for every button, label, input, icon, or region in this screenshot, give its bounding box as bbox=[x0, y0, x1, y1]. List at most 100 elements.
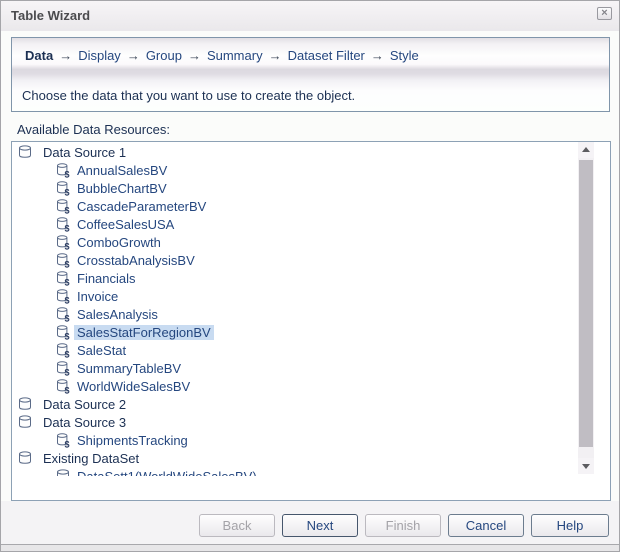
tree-item-label: Data Source 3 bbox=[43, 415, 126, 430]
step-dataset-filter[interactable]: Dataset Filter bbox=[288, 48, 365, 63]
business-view-icon: $ bbox=[55, 198, 71, 214]
svg-text:$: $ bbox=[65, 242, 70, 251]
tree-item-label: ComboGrowth bbox=[77, 235, 161, 250]
tree-item-shipmentstracking[interactable]: $ ShipmentsTracking bbox=[12, 431, 578, 449]
tree-item-label: CascadeParameterBV bbox=[77, 199, 206, 214]
tree-scrollbar[interactable] bbox=[578, 142, 594, 474]
tree-item-salesstatforregionbv[interactable]: $ SalesStatForRegionBV bbox=[12, 323, 578, 341]
svg-text:$: $ bbox=[65, 440, 70, 449]
data-source-icon bbox=[17, 396, 33, 412]
svg-text:$: $ bbox=[65, 350, 70, 359]
svg-text:$: $ bbox=[65, 260, 70, 269]
tree-item-label: SalesStatForRegionBV bbox=[74, 325, 214, 340]
business-view-icon: $ bbox=[55, 288, 71, 304]
tree-item-worldwidesalesbv[interactable]: $ WorldWideSalesBV bbox=[12, 377, 578, 395]
down-arrow-icon bbox=[582, 464, 590, 469]
tree-item-combogrowth[interactable]: $ ComboGrowth bbox=[12, 233, 578, 251]
close-icon: × bbox=[601, 7, 607, 19]
table-wizard-dialog: Table Wizard × Data→Display→Group→Summar… bbox=[0, 0, 620, 552]
data-source-icon bbox=[17, 144, 33, 160]
business-view-icon: $ bbox=[55, 252, 71, 268]
close-button[interactable]: × bbox=[597, 7, 612, 20]
svg-text:$: $ bbox=[65, 314, 70, 323]
tree-item-label: DataSett1(WorldWideSalesBV) bbox=[77, 469, 257, 477]
tree-item-label: ShipmentsTracking bbox=[77, 433, 188, 448]
dataset-icon bbox=[55, 468, 71, 476]
tree-item-label: BubbleChartBV bbox=[77, 181, 167, 196]
svg-text:$: $ bbox=[65, 188, 70, 197]
tree-item-salestat[interactable]: $ SaleStat bbox=[12, 341, 578, 359]
tree-item-data-source-1[interactable]: Data Source 1 bbox=[12, 143, 578, 161]
available-resources-label: Available Data Resources: bbox=[17, 122, 170, 137]
svg-text:$: $ bbox=[65, 278, 70, 287]
svg-text:$: $ bbox=[65, 170, 70, 179]
svg-text:$: $ bbox=[65, 296, 70, 305]
tree-item-crosstabanalysisbv[interactable]: $ CrosstabAnalysisBV bbox=[12, 251, 578, 269]
tree-item-coffeesalesusa[interactable]: $ CoffeeSalesUSA bbox=[12, 215, 578, 233]
business-view-icon: $ bbox=[55, 432, 71, 448]
business-view-icon: $ bbox=[55, 324, 71, 340]
data-source-icon bbox=[17, 414, 33, 430]
tree-item-label: Data Source 1 bbox=[43, 145, 126, 160]
wizard-steps-panel: Data→Display→Group→Summary→Dataset Filte… bbox=[11, 37, 610, 112]
step-style[interactable]: Style bbox=[390, 48, 419, 63]
step-arrow-icon: → bbox=[121, 48, 146, 63]
scroll-thumb[interactable] bbox=[579, 160, 593, 447]
tree-item-label: SaleStat bbox=[77, 343, 126, 358]
tree-item-label: Invoice bbox=[77, 289, 118, 304]
tree-item-invoice[interactable]: $ Invoice bbox=[12, 287, 578, 305]
business-view-icon: $ bbox=[55, 234, 71, 250]
business-view-icon: $ bbox=[55, 360, 71, 376]
step-arrow-icon: → bbox=[263, 48, 288, 63]
step-display[interactable]: Display bbox=[78, 48, 121, 63]
step-data[interactable]: Data bbox=[25, 48, 53, 63]
business-view-icon: $ bbox=[55, 162, 71, 178]
tree-item-label: SummaryTableBV bbox=[77, 361, 181, 376]
business-view-icon: $ bbox=[55, 180, 71, 196]
title-bar[interactable]: Table Wizard × bbox=[1, 1, 619, 32]
step-summary[interactable]: Summary bbox=[207, 48, 263, 63]
data-source-icon bbox=[17, 450, 33, 466]
up-arrow-icon bbox=[582, 147, 590, 152]
tree-item-annualsalesbv[interactable]: $ AnnualSalesBV bbox=[12, 161, 578, 179]
dialog-content: Data→Display→Group→Summary→Dataset Filte… bbox=[1, 31, 619, 501]
step-arrow-icon: → bbox=[53, 48, 78, 63]
tree-item-existing-dataset[interactable]: Existing DataSet bbox=[12, 449, 578, 467]
back-button: Back bbox=[199, 514, 275, 537]
svg-text:$: $ bbox=[65, 332, 70, 341]
business-view-icon: $ bbox=[55, 378, 71, 394]
help-button[interactable]: Help bbox=[531, 514, 609, 537]
tree-item-label: AnnualSalesBV bbox=[77, 163, 167, 178]
tree-item-datasett1-worldwidesalesbv[interactable]: DataSett1(WorldWideSalesBV) bbox=[12, 467, 578, 476]
business-view-icon: $ bbox=[55, 306, 71, 322]
tree-item-data-source-2[interactable]: Data Source 2 bbox=[12, 395, 578, 413]
scroll-down-button[interactable] bbox=[578, 458, 594, 474]
svg-text:$: $ bbox=[65, 368, 70, 377]
tree-item-salesanalysis[interactable]: $ SalesAnalysis bbox=[12, 305, 578, 323]
business-view-icon: $ bbox=[55, 270, 71, 286]
business-view-icon: $ bbox=[55, 216, 71, 232]
tree-item-summarytablebv[interactable]: $ SummaryTableBV bbox=[12, 359, 578, 377]
tree-item-financials[interactable]: $ Financials bbox=[12, 269, 578, 287]
tree-item-bubblechartbv[interactable]: $ BubbleChartBV bbox=[12, 179, 578, 197]
cancel-button[interactable]: Cancel bbox=[448, 514, 524, 537]
tree-item-label: SalesAnalysis bbox=[77, 307, 158, 322]
tree-item-data-source-3[interactable]: Data Source 3 bbox=[12, 413, 578, 431]
next-button[interactable]: Next bbox=[282, 514, 358, 537]
tree-item-label: Existing DataSet bbox=[43, 451, 139, 466]
svg-text:$: $ bbox=[65, 206, 70, 215]
tree-item-label: WorldWideSalesBV bbox=[77, 379, 190, 394]
tree-item-label: Data Source 2 bbox=[43, 397, 126, 412]
tree-item-cascadeparameterbv[interactable]: $ CascadeParameterBV bbox=[12, 197, 578, 215]
data-resources-tree: Data Source 1 $ AnnualSalesBV $ BubbleChartB… bbox=[11, 141, 611, 501]
tree-item-label: CoffeeSalesUSA bbox=[77, 217, 174, 232]
finish-button: Finish bbox=[365, 514, 441, 537]
scroll-up-button[interactable] bbox=[578, 142, 594, 158]
tree-item-label: Financials bbox=[77, 271, 136, 286]
step-arrow-icon: → bbox=[365, 48, 390, 63]
step-group[interactable]: Group bbox=[146, 48, 182, 63]
page-title: Table Wizard bbox=[11, 8, 90, 23]
svg-text:$: $ bbox=[65, 224, 70, 233]
tree-item-label: CrosstabAnalysisBV bbox=[77, 253, 195, 268]
instruction-text: Choose the data that you want to use to … bbox=[22, 88, 355, 103]
